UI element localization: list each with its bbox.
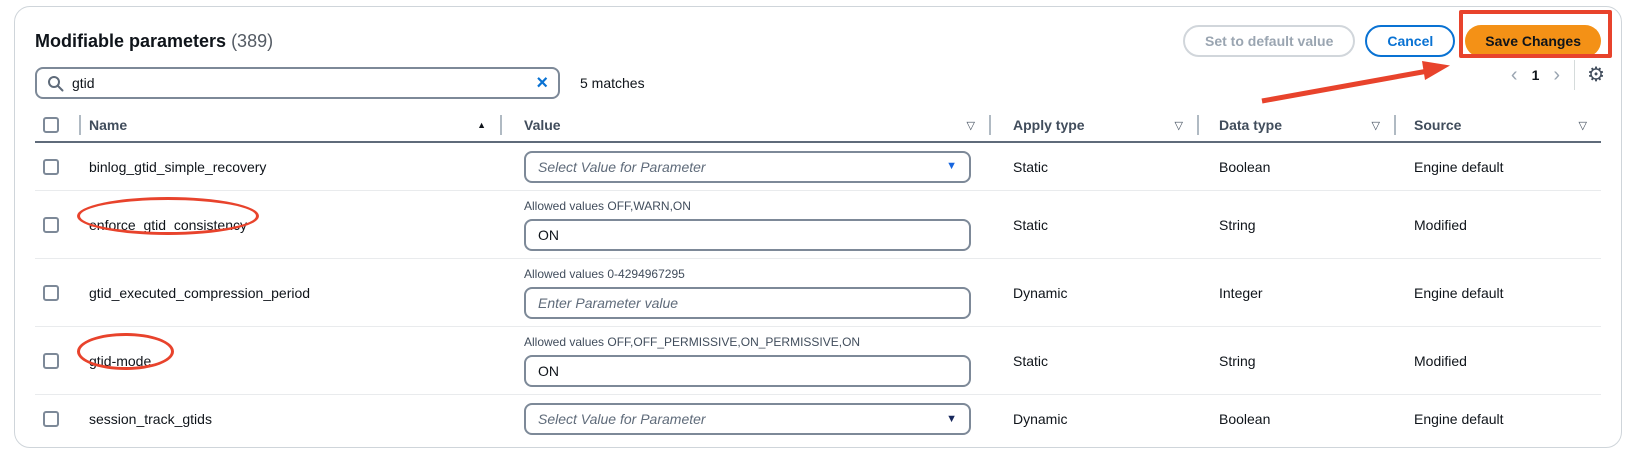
set-to-default-button[interactable]: Set to default value — [1183, 25, 1355, 57]
page-title: Modifiable parameters(389) — [35, 31, 273, 52]
match-count-label: 5 matches — [580, 75, 645, 91]
column-label: Data type — [1219, 117, 1282, 133]
filter-row: × 5 matches — [35, 67, 1601, 99]
apply-type-value: Dynamic — [1013, 285, 1067, 301]
header-checkbox-cell — [35, 109, 79, 141]
column-label: Source — [1414, 117, 1461, 133]
column-label: Apply type — [1013, 117, 1085, 133]
column-header-value[interactable]: Value ▽ — [500, 109, 989, 141]
parameter-name: gtid-mode — [89, 353, 151, 369]
parameters-table: Name ▲ Value ▽ Apply type ▽ Data type ▽ … — [35, 109, 1601, 443]
table-row: enforce_gtid_consistency Allowed values … — [35, 191, 1601, 259]
save-changes-button[interactable]: Save Changes — [1465, 25, 1601, 57]
column-header-source[interactable]: Source ▽ — [1394, 109, 1601, 141]
data-type-value: String — [1219, 217, 1256, 233]
pagination-divider — [1574, 60, 1575, 90]
data-type-value: Integer — [1219, 285, 1263, 301]
filter-icon[interactable]: ▽ — [967, 119, 975, 132]
table-row: session_track_gtids Select Value for Par… — [35, 395, 1601, 443]
column-label: Value — [524, 117, 561, 133]
parameter-name: enforce_gtid_consistency — [89, 217, 247, 233]
panel-count: (389) — [231, 31, 273, 51]
value-select[interactable]: Select Value for Parameter ▼ — [524, 151, 971, 183]
value-input[interactable] — [524, 287, 971, 319]
cancel-button[interactable]: Cancel — [1365, 25, 1455, 57]
search-box: × — [35, 67, 560, 99]
table-row: binlog_gtid_simple_recovery Select Value… — [35, 143, 1601, 191]
parameter-name: binlog_gtid_simple_recovery — [89, 159, 266, 175]
search-icon — [47, 75, 64, 92]
source-value: Modified — [1414, 217, 1467, 233]
panel-title-text: Modifiable parameters — [35, 31, 226, 51]
settings-gear-icon[interactable]: ⚙ — [1587, 65, 1605, 85]
source-value: Engine default — [1414, 411, 1504, 427]
row-checkbox[interactable] — [43, 411, 59, 427]
dropdown-caret-icon: ▼ — [946, 414, 957, 425]
row-checkbox[interactable] — [43, 217, 59, 233]
allowed-values-hint: Allowed values OFF,OFF_PERMISSIVE,ON_PER… — [524, 335, 971, 349]
current-page-number[interactable]: 1 — [1532, 67, 1540, 83]
data-type-value: Boolean — [1219, 411, 1270, 427]
pagination: ‹ 1 › ⚙ — [1509, 59, 1605, 91]
dropdown-caret-icon: ▼ — [946, 161, 957, 172]
column-label: Name — [89, 117, 127, 133]
source-value: Engine default — [1414, 159, 1504, 175]
next-page-button[interactable]: › — [1551, 65, 1562, 85]
parameter-name: gtid_executed_compression_period — [89, 285, 310, 301]
column-header-data-type[interactable]: Data type ▽ — [1197, 109, 1394, 141]
action-buttons: Set to default value Cancel Save Changes — [1183, 25, 1601, 57]
apply-type-value: Static — [1013, 159, 1048, 175]
clear-search-icon[interactable]: × — [536, 73, 548, 93]
value-input[interactable] — [524, 219, 971, 251]
source-value: Engine default — [1414, 285, 1504, 301]
row-checkbox[interactable] — [43, 285, 59, 301]
column-header-name[interactable]: Name ▲ — [79, 109, 500, 141]
filter-icon[interactable]: ▽ — [1175, 119, 1183, 132]
previous-page-button[interactable]: ‹ — [1509, 65, 1520, 85]
filter-icon[interactable]: ▽ — [1579, 119, 1587, 132]
select-all-checkbox[interactable] — [43, 117, 59, 133]
panel-header: Modifiable parameters(389) Set to defaul… — [35, 25, 1601, 57]
table-header-row: Name ▲ Value ▽ Apply type ▽ Data type ▽ … — [35, 109, 1601, 143]
select-placeholder: Select Value for Parameter — [538, 159, 706, 175]
table-row: gtid-mode Allowed values OFF,OFF_PERMISS… — [35, 327, 1601, 395]
search-input[interactable] — [72, 75, 528, 91]
column-header-apply-type[interactable]: Apply type ▽ — [989, 109, 1197, 141]
row-checkbox[interactable] — [43, 353, 59, 369]
allowed-values-hint: Allowed values 0-4294967295 — [524, 267, 971, 281]
data-type-value: String — [1219, 353, 1256, 369]
modifiable-parameters-panel: Modifiable parameters(389) Set to defaul… — [14, 6, 1622, 448]
table-row: gtid_executed_compression_period Allowed… — [35, 259, 1601, 327]
filter-icon[interactable]: ▽ — [1372, 119, 1380, 132]
sort-ascending-icon[interactable]: ▲ — [477, 120, 486, 130]
apply-type-value: Static — [1013, 217, 1048, 233]
value-input[interactable] — [524, 355, 971, 387]
data-type-value: Boolean — [1219, 159, 1270, 175]
apply-type-value: Static — [1013, 353, 1048, 369]
apply-type-value: Dynamic — [1013, 411, 1067, 427]
select-placeholder: Select Value for Parameter — [538, 411, 706, 427]
value-select[interactable]: Select Value for Parameter ▼ — [524, 403, 971, 435]
row-checkbox[interactable] — [43, 159, 59, 175]
parameter-name: session_track_gtids — [89, 411, 212, 427]
allowed-values-hint: Allowed values OFF,WARN,ON — [524, 199, 971, 213]
source-value: Modified — [1414, 353, 1467, 369]
